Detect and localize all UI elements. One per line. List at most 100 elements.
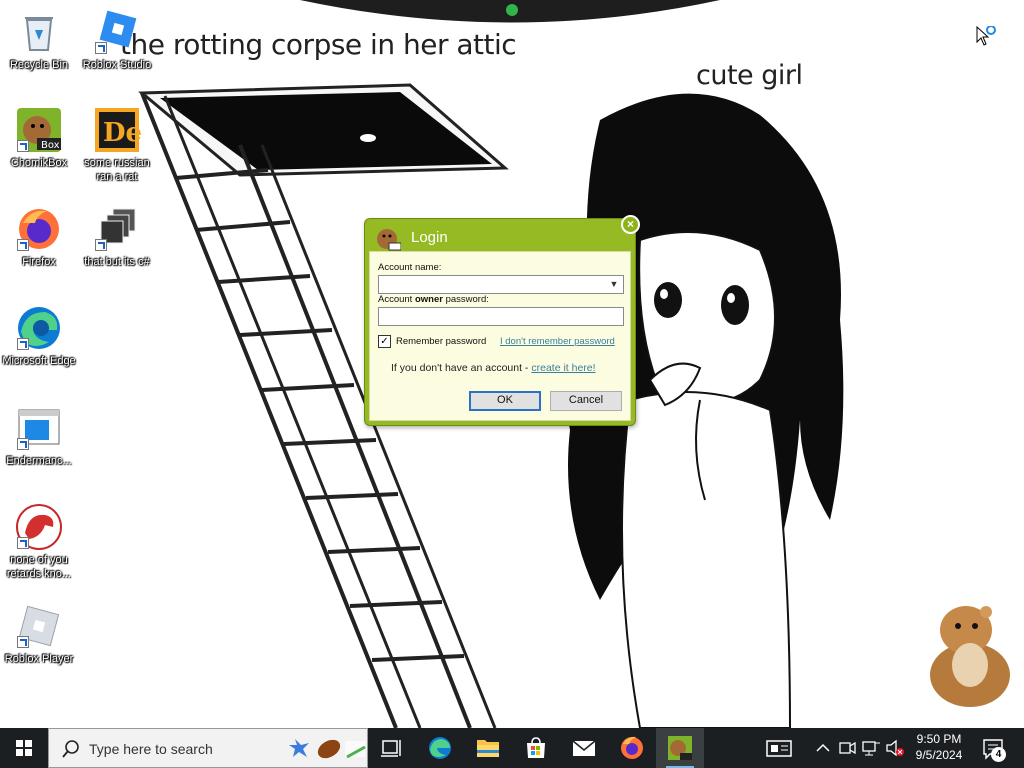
wallpaper-title: the rotting corpse in her attic xyxy=(120,28,517,61)
taskbar-edge[interactable] xyxy=(416,728,464,768)
account-name-label: Account name: xyxy=(378,262,442,273)
cancel-button[interactable]: Cancel xyxy=(550,391,622,411)
remember-password-checkbox[interactable]: ✓ xyxy=(378,335,391,348)
folder-icon xyxy=(477,740,499,757)
chevron-down-icon[interactable]: ▼ xyxy=(604,275,624,294)
password-label-bold: owner xyxy=(414,294,443,305)
recycle-bin-icon xyxy=(15,8,63,56)
taskbar: Type here to search 9:50 PM 9/5/2024 4 xyxy=(0,728,1024,768)
search-placeholder: Type here to search xyxy=(89,741,213,757)
password-label-prefix: Account xyxy=(378,294,415,305)
clock-time: 9:50 PM xyxy=(916,732,962,746)
taskbar-mail[interactable] xyxy=(560,728,608,768)
desktop-icon-roblox-player[interactable]: Roblox Player xyxy=(0,602,78,666)
desktop-icon-roblox-studio[interactable]: Roblox Studio xyxy=(78,8,156,72)
dragon-icon xyxy=(15,503,63,551)
desktop-icon-label: Microsoft Edge xyxy=(2,355,76,367)
desktop-icon-dragon[interactable]: none of you retards kno... xyxy=(0,503,78,581)
show-hidden-icons-button[interactable] xyxy=(812,728,834,768)
ok-button[interactable]: OK xyxy=(469,391,541,411)
svg-text:Box: Box xyxy=(41,140,60,151)
roblox-studio-icon xyxy=(93,8,141,56)
search-icon xyxy=(62,740,79,758)
password-label-suffix: password: xyxy=(442,294,489,305)
volume-button[interactable] xyxy=(884,728,906,768)
signup-text: If you don't have an account - create it… xyxy=(391,362,596,374)
chomikbox-icon xyxy=(668,736,692,760)
desktop-icon-label: Roblox Player xyxy=(4,653,74,665)
create-account-link[interactable]: create it here! xyxy=(531,362,595,374)
desktop-icon-recycle-bin[interactable]: Recycle Bin xyxy=(0,8,78,72)
desktop-icon-label: Roblox Studio xyxy=(82,59,152,71)
desktop-icon-label: Endermanc... xyxy=(6,455,72,467)
search-highlight-icon xyxy=(289,739,366,759)
wallpaper-caption: cute girl xyxy=(696,60,803,91)
desktop-icon-russian-app[interactable]: De some russian ran a rat xyxy=(78,106,156,184)
desktop-icon-label: Firefox xyxy=(22,256,56,268)
signup-prompt: If you don't have an account - xyxy=(391,362,532,374)
taskbar-search-box[interactable]: Type here to search xyxy=(48,728,368,768)
shortcut-arrow-icon xyxy=(17,140,29,152)
shortcut-arrow-icon xyxy=(17,338,29,350)
volume-muted-icon xyxy=(886,739,904,757)
windows-logo-icon xyxy=(16,740,32,756)
news-widget-button[interactable] xyxy=(762,728,796,768)
desktop-icon-endermanch[interactable]: Endermanc... xyxy=(0,404,78,468)
mail-icon xyxy=(572,740,596,756)
network-icon xyxy=(862,741,880,756)
chomikbox-icon xyxy=(375,225,402,251)
forgot-password-link[interactable]: I don't remember password xyxy=(500,336,615,347)
store-icon xyxy=(527,737,545,758)
mouse-cursor-icon xyxy=(976,25,996,46)
shortcut-arrow-icon xyxy=(95,239,107,251)
chomikbox-icon: Box xyxy=(15,106,63,154)
checkmark-icon: ✓ xyxy=(380,336,389,347)
notification-count-badge: 4 xyxy=(991,747,1006,762)
desktop-icon-firefox[interactable]: Firefox xyxy=(0,205,78,269)
desktop-icon-chomikbox[interactable]: Box ChomikBox xyxy=(0,106,78,170)
dialog-body: Account name: ▼ Account owner password: … xyxy=(369,251,631,421)
dialog-title: Login xyxy=(411,229,448,246)
news-icon xyxy=(766,740,792,757)
edge-icon xyxy=(429,737,451,759)
close-button[interactable]: × xyxy=(621,215,640,234)
password-label: Account owner password: xyxy=(378,294,489,305)
task-view-button[interactable] xyxy=(368,728,416,768)
meet-now-button[interactable] xyxy=(836,728,858,768)
desktop-icon-label: that but its c# xyxy=(84,256,150,268)
network-button[interactable] xyxy=(860,728,882,768)
edge-icon xyxy=(15,304,63,352)
windows-stack-icon xyxy=(93,205,141,253)
taskbar-clock[interactable]: 9:50 PM 9/5/2024 xyxy=(906,731,972,763)
login-dialog: Login × Account name: ▼ Account owner pa… xyxy=(364,215,640,426)
taskbar-chomikbox[interactable] xyxy=(656,728,704,768)
shortcut-arrow-icon xyxy=(17,636,29,648)
shortcut-arrow-icon xyxy=(95,42,107,54)
desktop-icon-that-but-csharp[interactable]: that but its c# xyxy=(78,205,156,269)
roblox-player-icon xyxy=(15,602,63,650)
desktop-icon-label: none of you retards kno... xyxy=(6,554,72,580)
shortcut-arrow-icon xyxy=(17,438,29,450)
task-view-icon xyxy=(381,740,401,757)
desktop-icon-label: some russian ran a rat xyxy=(84,157,150,183)
password-input[interactable] xyxy=(378,307,624,326)
taskbar-microsoft-store[interactable] xyxy=(512,728,560,768)
svg-text:De: De xyxy=(103,118,141,148)
chevron-up-icon xyxy=(816,743,830,752)
shortcut-arrow-icon xyxy=(17,239,29,251)
taskbar-firefox[interactable] xyxy=(608,728,656,768)
shortcut-arrow-icon xyxy=(17,537,29,549)
camera-icon xyxy=(839,741,856,755)
clock-date: 9/5/2024 xyxy=(915,748,963,762)
desktop-icon-label: ChomikBox xyxy=(10,157,68,169)
account-name-input[interactable] xyxy=(378,275,624,294)
firefox-icon xyxy=(621,736,643,759)
russian-app-icon: De xyxy=(93,106,142,154)
desktop-icon-label: Recycle Bin xyxy=(9,59,69,71)
window-app-icon xyxy=(15,404,63,452)
desktop-icon-edge[interactable]: Microsoft Edge xyxy=(0,304,78,368)
start-button[interactable] xyxy=(0,728,48,768)
taskbar-file-explorer[interactable] xyxy=(464,728,512,768)
firefox-icon xyxy=(15,205,63,253)
remember-password-label[interactable]: Remember password xyxy=(396,336,486,347)
